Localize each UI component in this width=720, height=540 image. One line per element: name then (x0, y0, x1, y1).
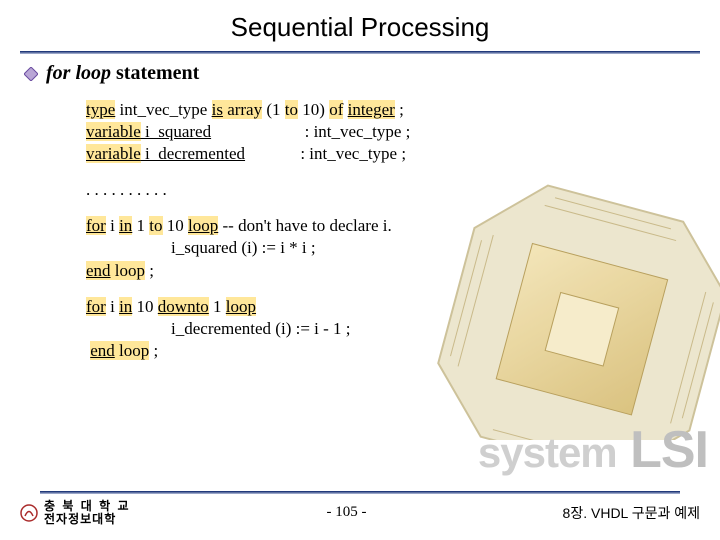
diamond-bullet-icon (24, 67, 38, 81)
bottom-rule (40, 491, 680, 494)
loop1: for i in 1 to 10 loop -- don't have to d… (86, 215, 696, 281)
loop2: for i in 10 downto 1 loop i_decremented … (86, 296, 696, 362)
slide-title: Sequential Processing (0, 0, 720, 43)
watermark: system LSI (478, 420, 708, 480)
footer: 충 북 대 학 교 전자정보대학 - 105 - 8장. VHDL 구문과 예제 (20, 491, 700, 526)
uni-name-2: 전자정보대학 (44, 513, 131, 526)
page-number: - 105 - (327, 504, 367, 521)
code-area: type int_vec_type is array (1 to 10) of … (86, 99, 696, 362)
heading-loop: for loop (46, 62, 111, 84)
uni-logo-icon (20, 504, 38, 522)
dots: . . . . . . . . . . (86, 179, 696, 201)
uni-logo-block: 충 북 대 학 교 전자정보대학 (20, 500, 131, 526)
top-rule (20, 51, 700, 54)
section-heading: for loop statement (24, 62, 696, 85)
chapter-label: 8장. VHDL 구문과 예제 (563, 503, 700, 523)
decl-block: type int_vec_type is array (1 to 10) of … (86, 99, 696, 165)
uni-name-1: 충 북 대 학 교 (44, 500, 131, 513)
heading-stmt: statement (111, 62, 199, 84)
